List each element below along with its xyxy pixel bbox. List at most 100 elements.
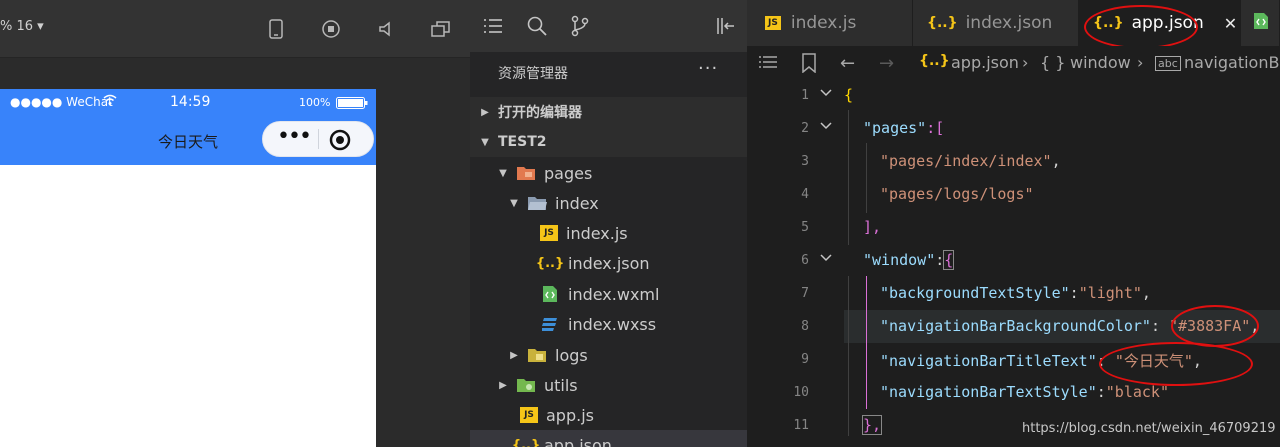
- code-line[interactable]: {: [844, 86, 853, 104]
- code-line[interactable]: "backgroundTextStyle":"light",: [844, 284, 1151, 302]
- close-icon[interactable]: ✕: [1224, 14, 1237, 33]
- code-line[interactable]: ],: [844, 218, 881, 236]
- simulator-panel: % 16 ▾ ●●●●● WeChat 14:59 100% 今日天气 •••: [0, 0, 470, 447]
- code-line[interactable]: },: [844, 415, 883, 435]
- breadcrumb-file[interactable]: app.json: [951, 53, 1019, 72]
- tree-item-label: index.js: [566, 223, 628, 243]
- code-line[interactable]: "pages/index/index",: [844, 152, 1061, 170]
- js-file-icon: JS: [520, 407, 538, 423]
- tree-item-index-json[interactable]: {..} index.json: [470, 248, 747, 278]
- phone-status-bar: ●●●●● WeChat 14:59 100%: [0, 89, 376, 117]
- zoom-selector[interactable]: % 16 ▾: [0, 19, 44, 34]
- breadcrumb-separator: ›: [1137, 53, 1144, 72]
- fold-chevron-icon[interactable]: [819, 120, 833, 133]
- project-label: TEST2: [498, 134, 547, 150]
- outline-icon[interactable]: [758, 55, 778, 75]
- tree-item-utils[interactable]: ▶ utils: [470, 370, 747, 400]
- tree-item-label: app.json: [544, 435, 612, 447]
- tab-index-json[interactable]: {..} index.json: [913, 0, 1079, 46]
- json-file-icon: {..}: [511, 437, 541, 447]
- back-arrow-icon[interactable]: ←: [840, 53, 855, 74]
- tab-index-js[interactable]: JS index.js: [747, 0, 913, 46]
- capsule-divider: [318, 129, 319, 149]
- tab-label: index.json: [965, 13, 1053, 33]
- tab-label: index.js: [790, 13, 857, 33]
- window-icon[interactable]: [430, 18, 452, 40]
- tree-item-index-wxss[interactable]: index.wxss: [470, 309, 747, 339]
- breadcrumb-separator: ›: [1022, 53, 1029, 72]
- wifi-icon: [103, 94, 117, 109]
- line-number: 7: [801, 286, 809, 301]
- line-number: 2: [801, 121, 809, 136]
- open-editors-section[interactable]: ▶ 打开的编辑器: [470, 97, 747, 127]
- project-section[interactable]: ▼ TEST2: [470, 127, 747, 157]
- status-time: 14:59: [170, 94, 211, 110]
- wxml-file-icon: [1253, 12, 1269, 35]
- explorer-title: 资源管理器: [498, 66, 568, 82]
- line-number: 8: [801, 319, 809, 334]
- close-miniprogram-icon[interactable]: [329, 129, 351, 155]
- record-icon[interactable]: [320, 18, 342, 40]
- battery-label: 100%: [299, 96, 331, 109]
- folder-icon: [516, 376, 536, 394]
- tree-item-label: app.js: [546, 405, 594, 425]
- signal-label: ●●●●● WeChat: [10, 95, 113, 109]
- tree-item-index-wxml[interactable]: index.wxml: [470, 279, 747, 309]
- folder-icon: [527, 346, 547, 364]
- tab-next[interactable]: [1241, 0, 1280, 46]
- line-number: 9: [801, 352, 809, 367]
- collapse-panel-icon[interactable]: [714, 15, 738, 39]
- tree-item-app-json[interactable]: {..} app.json: [470, 430, 747, 447]
- chevron-down-icon: ▼: [510, 197, 518, 209]
- editor-tab-bar: JS index.js {..} index.json {..} app.jso…: [747, 0, 1280, 49]
- annotation-circle-title: [1099, 342, 1253, 386]
- js-file-icon: JS: [540, 225, 558, 241]
- activity-bar: [470, 0, 747, 52]
- open-editors-label: 打开的编辑器: [498, 105, 582, 121]
- line-number: 3: [801, 154, 809, 169]
- folder-icon: [516, 164, 536, 182]
- code-line[interactable]: "navigationBarTextStyle":"black": [844, 383, 1169, 401]
- line-number: 10: [793, 385, 809, 400]
- speaker-icon[interactable]: [375, 18, 397, 40]
- more-dots-icon[interactable]: •••: [277, 124, 312, 149]
- tree-item-label: logs: [555, 345, 588, 365]
- tree-item-app-js[interactable]: JS app.js: [470, 400, 747, 430]
- menu-capsule[interactable]: •••: [262, 121, 374, 157]
- editor-breadcrumb-bar: ← → {..} app.json › { } window › abc nav…: [747, 46, 1280, 82]
- json-file-icon: {..}: [927, 15, 958, 31]
- breadcrumb-property[interactable]: navigationBa: [1184, 53, 1280, 72]
- tree-item-label: index.wxml: [568, 284, 660, 304]
- more-actions-icon[interactable]: ···: [698, 58, 718, 79]
- list-icon[interactable]: [482, 15, 506, 39]
- editor-panel: JS index.js {..} index.json {..} app.jso…: [747, 0, 1280, 447]
- tree-item-index-js[interactable]: JS index.js: [470, 218, 747, 248]
- forward-arrow-icon[interactable]: →: [879, 53, 894, 74]
- fold-chevron-icon[interactable]: [819, 87, 833, 100]
- bookmark-icon[interactable]: [801, 53, 817, 77]
- watermark: https://blog.csdn.net/weixin_46709219: [1022, 421, 1276, 436]
- tree-item-index-folder[interactable]: ▼ index: [470, 188, 747, 218]
- object-icon: { }: [1040, 53, 1066, 72]
- tree-item-label: utils: [544, 375, 578, 395]
- tree-item-pages[interactable]: ▼ pages: [470, 158, 747, 188]
- fold-chevron-icon[interactable]: [819, 252, 833, 265]
- simulator-toolbar: % 16 ▾: [0, 0, 470, 58]
- tree-item-label: index.wxss: [568, 314, 657, 334]
- code-line[interactable]: "pages":[: [844, 119, 944, 137]
- line-number: 6: [801, 253, 809, 268]
- line-number: 1: [801, 88, 809, 103]
- chevron-right-icon: ▶: [510, 349, 518, 361]
- code-line[interactable]: "window":{: [844, 250, 955, 270]
- json-file-icon: {..}: [535, 255, 565, 271]
- source-control-icon[interactable]: [569, 15, 593, 39]
- breadcrumb-window[interactable]: window: [1070, 53, 1131, 72]
- chevron-right-icon: ▶: [481, 106, 489, 118]
- tree-item-logs[interactable]: ▶ logs: [470, 340, 747, 370]
- code-line[interactable]: "pages/logs/logs": [844, 185, 1034, 203]
- chevron-down-icon: ▼: [481, 136, 489, 148]
- json-file-icon: {..}: [919, 53, 950, 69]
- search-icon[interactable]: [526, 15, 550, 39]
- phone-icon[interactable]: [265, 18, 287, 40]
- wxml-file-icon: [540, 285, 560, 303]
